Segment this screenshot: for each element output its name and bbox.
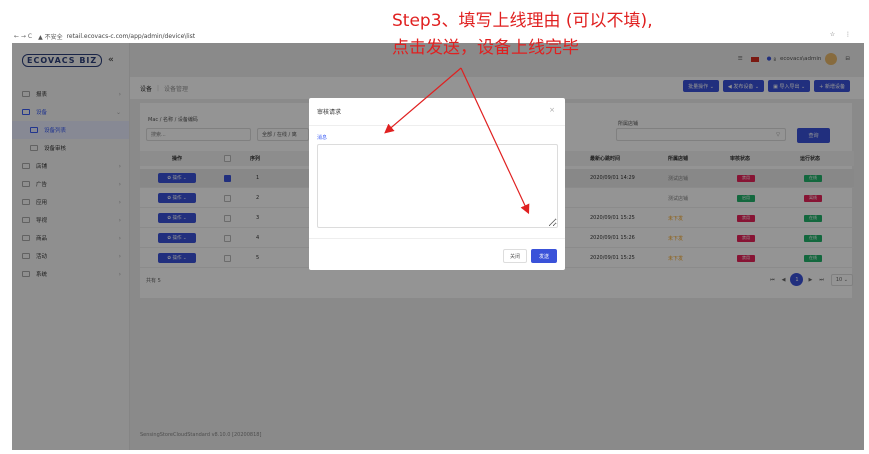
annotation-arrow-to-send bbox=[460, 67, 530, 215]
annotation-arrows bbox=[384, 67, 530, 215]
annotation-arrow-to-message bbox=[384, 67, 462, 134]
